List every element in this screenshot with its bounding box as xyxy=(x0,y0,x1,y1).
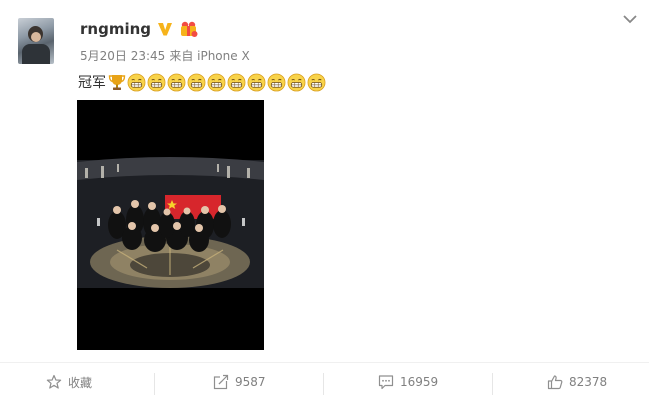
verified-v-icon[interactable] xyxy=(156,20,174,38)
avatar[interactable] xyxy=(18,18,54,64)
grinning-face-icon xyxy=(307,73,326,91)
post-photo[interactable] xyxy=(77,100,264,350)
chevron-down-icon[interactable] xyxy=(620,12,640,28)
post-header: rngming xyxy=(80,18,199,40)
team-celebration-photo xyxy=(77,100,264,350)
grinning-face-icon xyxy=(287,73,306,91)
post-text: 冠军 xyxy=(78,75,106,91)
grinning-face-icon xyxy=(247,73,266,91)
trophy-icon xyxy=(108,75,126,90)
username[interactable]: rngming xyxy=(80,20,151,38)
share-button[interactable]: 9587 xyxy=(213,363,266,401)
post-timestamp[interactable]: 5月20日 23:45 xyxy=(80,49,165,63)
grinning-face-icon xyxy=(127,73,146,91)
like-button[interactable]: 82378 xyxy=(547,363,607,401)
comment-button[interactable]: 16959 xyxy=(378,363,438,401)
action-bar: 收藏 9587 16959 82378 xyxy=(0,362,649,401)
favorite-label: 收藏 xyxy=(68,375,93,390)
post-meta: 5月20日 23:45 来自 iPhone X xyxy=(80,47,250,64)
post-content: 冠军 xyxy=(78,70,327,94)
comment-count: 16959 xyxy=(400,375,439,389)
action-divider xyxy=(323,373,324,395)
comment-icon xyxy=(378,375,394,390)
action-divider xyxy=(492,373,493,395)
grinning-face-icon xyxy=(167,73,186,91)
thumbs-up-icon xyxy=(547,375,563,390)
grinning-face-icon xyxy=(207,73,226,91)
like-count: 82378 xyxy=(569,375,608,389)
grinning-face-icon xyxy=(267,73,286,91)
grinning-face-icon xyxy=(187,73,206,91)
action-divider xyxy=(154,373,155,395)
share-icon xyxy=(213,374,229,390)
share-count: 9587 xyxy=(235,375,266,389)
star-icon xyxy=(46,374,62,389)
post-source: 来自 iPhone X xyxy=(169,49,250,63)
grinning-face-icon xyxy=(227,73,246,91)
grinning-face-icon xyxy=(147,73,166,91)
vip-gift-icon[interactable] xyxy=(179,20,199,38)
emoji-row xyxy=(127,73,327,92)
favorite-button[interactable]: 收藏 xyxy=(46,363,92,401)
weibo-post-card: rngming 5月20日 23:45 来自 iPhone X 冠军 收藏 95… xyxy=(0,0,649,400)
